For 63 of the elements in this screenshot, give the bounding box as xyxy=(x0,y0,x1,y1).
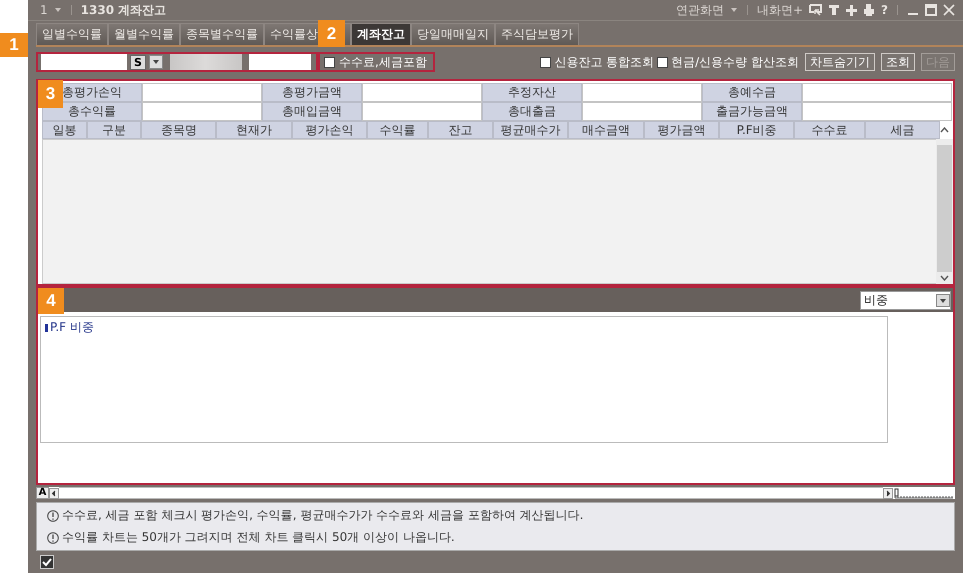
column-header[interactable]: 평가손익 xyxy=(292,121,368,139)
scroll-down-icon[interactable] xyxy=(940,275,949,281)
close-icon[interactable] xyxy=(943,4,955,16)
checkbox-label: 수수료,세금포함 xyxy=(339,54,427,70)
screen-arrow-icon[interactable] xyxy=(809,4,822,16)
note-text: 수수료, 세금 포함 체크시 평가손익, 수익률, 평균매수가가 수수료와 세금을 포함하여 계산됩니다. xyxy=(62,507,584,524)
column-header[interactable]: 구분 xyxy=(86,121,142,139)
legend-marker xyxy=(45,324,48,332)
maximize-icon[interactable] xyxy=(925,4,937,16)
note-text: 수익률 차트는 50개가 그려지며 전체 차트 클릭시 50개 이상이 나옵니다. xyxy=(62,529,455,546)
help-button[interactable]: ? xyxy=(881,3,888,17)
column-header[interactable]: 종목명 xyxy=(141,121,216,139)
tab[interactable]: 당일매매일지 xyxy=(411,23,495,45)
legend-label: P.F 비중 xyxy=(50,319,94,336)
callout-badge: 2 xyxy=(318,20,345,47)
checkbox[interactable] xyxy=(324,56,335,68)
info-icon[interactable] xyxy=(47,532,59,544)
checkbox-label: 신용잔고 통합조회 xyxy=(554,54,654,70)
scroll-up-icon[interactable] xyxy=(940,127,950,133)
tab[interactable]: 일별수익률 xyxy=(36,23,108,45)
column-header[interactable]: 수수료 xyxy=(794,121,865,139)
plus-icon[interactable] xyxy=(846,4,858,16)
summary-label: 총예수금 xyxy=(702,83,802,102)
column-header[interactable]: 평균매수가 xyxy=(493,121,568,139)
callout-badge: 3 xyxy=(38,80,63,108)
checkbox-label: 현금/신용수량 합산조회 xyxy=(671,54,799,70)
column-header[interactable]: 일봉 xyxy=(42,121,87,139)
column-header[interactable]: 현재가 xyxy=(216,121,292,139)
tab[interactable]: 종목별수익률 xyxy=(180,23,264,45)
tab[interactable]: 주식담보평가 xyxy=(495,23,579,45)
caret-icon[interactable] xyxy=(730,7,738,13)
summary-label: 총평가금액 xyxy=(262,83,362,102)
info-icon[interactable] xyxy=(47,510,59,522)
column-header[interactable]: 수익률 xyxy=(367,121,428,139)
chart-type-dropdown[interactable]: 비중 xyxy=(860,290,951,310)
summary-label: 총수익률 xyxy=(42,102,142,121)
text-icon[interactable] xyxy=(828,4,840,16)
zoom-slider-icon[interactable] xyxy=(893,488,955,498)
tab[interactable]: 계좌잔고 xyxy=(351,23,411,45)
vertical-scrollbar[interactable] xyxy=(936,139,953,284)
callout-badge: 4 xyxy=(38,288,64,314)
checkbox[interactable] xyxy=(657,56,668,68)
window-title: 1330 계좌잔고 xyxy=(80,2,166,18)
font-button[interactable]: A xyxy=(36,487,49,499)
toolbar-button[interactable]: 조회 xyxy=(881,53,915,71)
summary-label: 추정자산 xyxy=(482,83,582,102)
tab[interactable]: 월별수익률 xyxy=(108,23,180,45)
caret-icon[interactable] xyxy=(54,7,62,13)
toolbar-button[interactable]: 차트숨기기 xyxy=(805,53,875,71)
column-header[interactable]: 매수금액 xyxy=(568,121,644,139)
column-header[interactable]: P.F비중 xyxy=(718,121,794,139)
scroll-right-icon[interactable] xyxy=(883,488,893,498)
summary-label: 출금가능금액 xyxy=(702,102,802,121)
column-header[interactable]: 잔고 xyxy=(428,121,493,139)
callout-badge: 1 xyxy=(0,33,28,57)
summary-label: 총매입금액 xyxy=(262,102,362,121)
checkbox[interactable] xyxy=(540,56,552,68)
summary-label: 총대출금 xyxy=(482,102,582,121)
scroll-left-icon[interactable] xyxy=(49,488,59,498)
scroll-thumb[interactable] xyxy=(937,145,952,272)
column-header[interactable]: 평가금액 xyxy=(644,121,719,139)
column-header[interactable]: 세금 xyxy=(864,121,940,139)
horizontal-scrollbar[interactable] xyxy=(59,487,883,499)
